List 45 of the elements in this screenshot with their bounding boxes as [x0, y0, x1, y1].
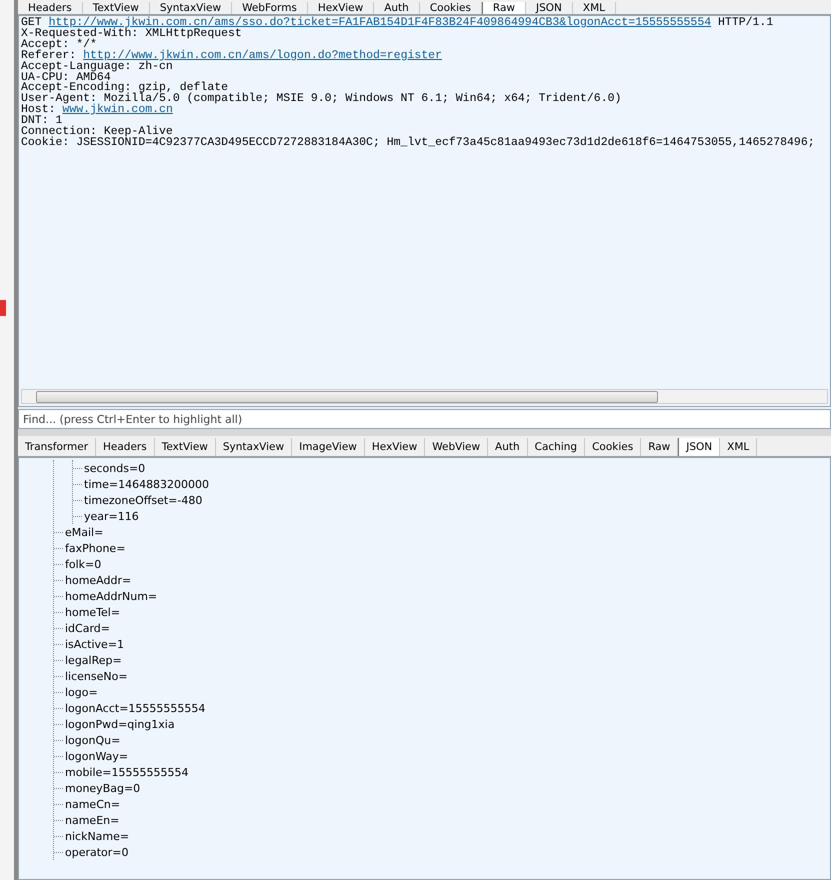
url-link[interactable]: http://www.jkwin.com.cn/ams/logon.do?method=register	[83, 48, 442, 62]
header-text: X-Requested-With: XMLHttpRequest	[21, 26, 242, 40]
horizontal-scrollbar[interactable]	[21, 389, 828, 404]
tree-item[interactable]: seconds=0	[84, 462, 146, 474]
tab[interactable]: Caching	[528, 438, 586, 456]
tree-item[interactable]: homeAddrNum=	[65, 590, 158, 602]
url-link[interactable]: www.jkwin.com.cn	[62, 103, 173, 116]
tab[interactable]: Raw	[482, 2, 526, 14]
tree-item[interactable]: nickName=	[65, 830, 130, 842]
header-text: HTTP/1.1	[717, 16, 774, 29]
tree-item[interactable]: folk=0	[65, 558, 102, 570]
tree-item[interactable]: licenseNo=	[65, 670, 128, 682]
header-text: Referer:	[21, 48, 76, 62]
header-text: Accept-Language: zh-cn	[21, 60, 173, 73]
tree-item[interactable]: isActive=1	[65, 638, 124, 650]
tree-item[interactable]: logonPwd=qing1xia	[65, 718, 175, 730]
tree-item[interactable]: legalRep=	[65, 654, 122, 666]
tree-item[interactable]: time=1464883200000	[84, 478, 210, 490]
url-link[interactable]: http://www.jkwin.com.cn/ams/sso.do?ticket=FA1FAB154D1F4F83B24F409864994CB3&logonAcct=15555555554	[48, 16, 712, 29]
tree-item[interactable]: nameEn=	[65, 814, 120, 826]
header-text: Cookie: JSESSIONID=4C92377CA3D495ECCD7272883184A30C; Hm_lvt_ecf73a45c81aa9493ec73d1d2de618f6=1464753055,1465278496;	[21, 136, 815, 149]
tree-item[interactable]: faxPhone=	[65, 542, 126, 554]
find-field[interactable]: Find... (press Ctrl+Enter to highlight all)	[18, 409, 831, 429]
tab[interactable]: TextView	[82, 2, 150, 14]
header-text: Accept: */*	[21, 38, 97, 51]
tree-item[interactable]: mobile=15555555554	[65, 766, 189, 778]
tree-item[interactable]: logo=	[65, 686, 98, 698]
tab[interactable]: JSON	[678, 438, 720, 456]
tree-item[interactable]: logonWay=	[65, 750, 128, 762]
header-text: DNT: 1	[21, 114, 62, 128]
tree-item[interactable]: moneyBag=0	[65, 782, 140, 794]
tree-item[interactable]: idCard=	[65, 622, 110, 634]
header-text: Host:	[21, 103, 56, 116]
tree-item[interactable]: homeTel=	[65, 606, 120, 618]
header-text: GET	[21, 16, 42, 29]
tab[interactable]: TextView	[154, 438, 216, 456]
tree-item[interactable]: timezoneOffset=-480	[84, 494, 202, 506]
tree-item[interactable]: logonAcct=15555555554	[65, 702, 206, 714]
tree-item[interactable]: eMail=	[65, 526, 104, 538]
tree-item[interactable]: year=116	[84, 510, 139, 522]
tree-item[interactable]: operator=0	[65, 846, 129, 858]
tree-item[interactable]: homeAddr=	[65, 574, 132, 586]
marker-strip	[0, 300, 6, 316]
tree-item[interactable]: logonQu=	[65, 734, 120, 746]
tree-item[interactable]: nameCn=	[65, 798, 120, 810]
